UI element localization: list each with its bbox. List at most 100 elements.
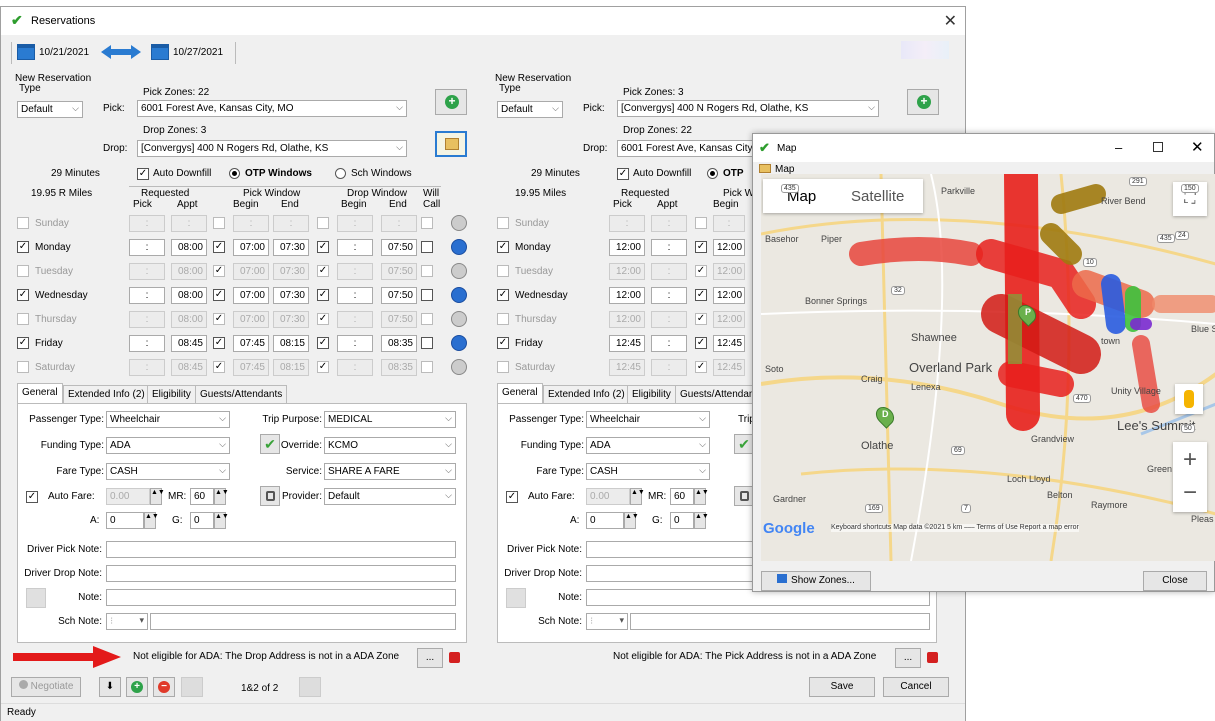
street-view-button[interactable] bbox=[1175, 384, 1203, 414]
day-checkbox[interactable]: ✓ bbox=[17, 241, 29, 253]
time-appt-input[interactable]: 08:00 bbox=[171, 311, 207, 328]
eligibility-details-button[interactable]: ... bbox=[895, 648, 921, 668]
drop-window-checkbox[interactable]: ✓ bbox=[317, 265, 329, 277]
day-checkbox[interactable] bbox=[497, 361, 509, 373]
time-appt-input[interactable]: : bbox=[651, 311, 687, 328]
drop-address-select[interactable]: [Convergys] 400 N Rogers Rd, Olathe, KS ⌵ bbox=[137, 140, 407, 157]
time-pick-input[interactable]: : bbox=[129, 263, 165, 280]
time-pb-input[interactable]: : bbox=[713, 215, 745, 232]
otp-windows-radio[interactable] bbox=[707, 168, 718, 179]
appt-checkbox[interactable]: ✓ bbox=[213, 361, 225, 373]
time-de-input[interactable]: 07:50 bbox=[381, 311, 417, 328]
override-check-button[interactable]: ✔ bbox=[260, 434, 280, 454]
tab-guests-attendants[interactable]: Guests/Attendants bbox=[195, 385, 288, 403]
appt-checkbox[interactable]: ✓ bbox=[695, 337, 707, 349]
tab-guests-attendants[interactable]: Guests/Attendan bbox=[675, 385, 760, 403]
calendar-icon[interactable] bbox=[17, 44, 35, 60]
auto-fare-input[interactable]: 0.00 bbox=[106, 488, 150, 505]
eligibility-details-button[interactable]: ... bbox=[417, 648, 443, 668]
day-checkbox[interactable] bbox=[17, 217, 29, 229]
day-checkbox[interactable] bbox=[17, 313, 29, 325]
sch-windows-radio[interactable] bbox=[335, 168, 346, 179]
day-checkbox[interactable]: ✓ bbox=[17, 337, 29, 349]
schedule-toggle-button[interactable] bbox=[451, 359, 467, 375]
will-call-checkbox[interactable] bbox=[421, 289, 433, 301]
add-button[interactable]: + bbox=[435, 89, 467, 115]
time-pe-input[interactable]: 07:30 bbox=[273, 239, 309, 256]
mr-input[interactable]: 60 bbox=[670, 488, 694, 505]
spinner-icon[interactable]: ▲▼ bbox=[214, 488, 229, 505]
spinner-icon[interactable]: ▲▼ bbox=[214, 512, 229, 529]
will-call-checkbox[interactable] bbox=[421, 337, 433, 349]
time-pb-input[interactable]: 07:00 bbox=[233, 239, 269, 256]
time-appt-input[interactable]: : bbox=[651, 287, 687, 304]
fare-type-select[interactable]: CASH ⌵ bbox=[586, 463, 710, 480]
time-db-input[interactable]: : bbox=[337, 263, 373, 280]
time-pe-input[interactable]: 08:15 bbox=[273, 335, 309, 352]
close-button[interactable]: Close bbox=[1143, 571, 1207, 591]
tab-extended-info[interactable]: Extended Info (2) bbox=[543, 385, 630, 403]
time-pe-input[interactable]: 07:30 bbox=[273, 263, 309, 280]
time-de-input[interactable]: 07:50 bbox=[381, 263, 417, 280]
next-page-button[interactable] bbox=[299, 677, 321, 697]
type-select[interactable]: Default ⌵ bbox=[497, 101, 563, 118]
pick-address-select[interactable]: 6001 Forest Ave, Kansas City, MO ⌵ bbox=[137, 100, 407, 117]
time-pb-input[interactable]: 12:00 bbox=[713, 263, 745, 280]
drop-window-checkbox[interactable]: ✓ bbox=[317, 337, 329, 349]
schedule-toggle-button[interactable] bbox=[451, 287, 467, 303]
trip-purpose-select[interactable]: MEDICAL ⌵ bbox=[324, 411, 456, 428]
auto-fare-checkbox[interactable]: ✓ bbox=[506, 491, 518, 503]
appt-checkbox[interactable]: ✓ bbox=[695, 265, 707, 277]
spinner-icon[interactable]: ▲▼ bbox=[150, 488, 165, 505]
time-de-input[interactable]: : bbox=[381, 215, 417, 232]
time-pick-input[interactable]: : bbox=[129, 239, 165, 256]
time-de-input[interactable]: 08:35 bbox=[381, 359, 417, 376]
map-button[interactable] bbox=[435, 131, 467, 157]
schedule-toggle-button[interactable] bbox=[451, 335, 467, 351]
time-pick-input[interactable]: 12:00 bbox=[609, 263, 645, 280]
time-appt-input[interactable]: : bbox=[651, 239, 687, 256]
cancel-button[interactable]: Cancel bbox=[883, 677, 949, 697]
a-input[interactable]: 0 bbox=[106, 512, 144, 529]
will-call-checkbox[interactable] bbox=[421, 265, 433, 277]
appt-checkbox[interactable]: ✓ bbox=[695, 289, 707, 301]
otp-windows-radio[interactable] bbox=[229, 168, 240, 179]
time-appt-input[interactable]: : bbox=[651, 263, 687, 280]
mr-input[interactable]: 60 bbox=[190, 488, 214, 505]
provider-select[interactable]: Default ⌵ bbox=[324, 488, 456, 505]
day-checkbox[interactable] bbox=[17, 265, 29, 277]
time-pe-input[interactable]: : bbox=[273, 215, 309, 232]
time-pb-input[interactable]: 12:00 bbox=[713, 239, 745, 256]
appt-checkbox[interactable]: ✓ bbox=[695, 241, 707, 253]
spinner-icon[interactable]: ▲▼ bbox=[630, 488, 645, 505]
day-checkbox[interactable]: ✓ bbox=[497, 241, 509, 253]
appt-checkbox[interactable]: ✓ bbox=[213, 265, 225, 277]
end-date[interactable]: 10/27/2021 bbox=[173, 47, 223, 58]
time-appt-input[interactable]: 08:00 bbox=[171, 263, 207, 280]
auto-fare-checkbox[interactable]: ✓ bbox=[26, 491, 38, 503]
drop-window-checkbox[interactable] bbox=[317, 217, 329, 229]
time-pick-input[interactable]: 12:00 bbox=[609, 311, 645, 328]
time-de-input[interactable]: 07:50 bbox=[381, 287, 417, 304]
pick-address-select[interactable]: [Convergys] 400 N Rogers Rd, Olathe, KS ⌵ bbox=[617, 100, 879, 117]
auto-fare-input[interactable]: 0.00 bbox=[586, 488, 630, 505]
time-pb-input[interactable]: 12:45 bbox=[713, 359, 745, 376]
time-pb-input[interactable]: 07:00 bbox=[233, 287, 269, 304]
day-checkbox[interactable] bbox=[497, 265, 509, 277]
appt-checkbox[interactable]: ✓ bbox=[213, 241, 225, 253]
time-db-input[interactable]: : bbox=[337, 215, 373, 232]
time-pb-input[interactable]: 07:00 bbox=[233, 311, 269, 328]
will-call-checkbox[interactable] bbox=[421, 361, 433, 373]
day-checkbox[interactable] bbox=[17, 361, 29, 373]
provider-bus-button[interactable] bbox=[260, 486, 280, 506]
spinner-icon[interactable]: ▲▼ bbox=[624, 512, 639, 529]
appt-checkbox[interactable] bbox=[213, 217, 225, 229]
funding-type-select[interactable]: ADA ⌵ bbox=[586, 437, 710, 454]
funding-type-select[interactable]: ADA ⌵ bbox=[106, 437, 230, 454]
time-pick-input[interactable]: 12:00 bbox=[609, 287, 645, 304]
time-appt-input[interactable]: : bbox=[651, 359, 687, 376]
time-appt-input[interactable]: : bbox=[651, 335, 687, 352]
show-zones-button[interactable]: Show Zones... bbox=[761, 571, 871, 591]
tab-extended-info[interactable]: Extended Info (2) bbox=[63, 385, 150, 403]
schedule-toggle-button[interactable] bbox=[451, 311, 467, 327]
